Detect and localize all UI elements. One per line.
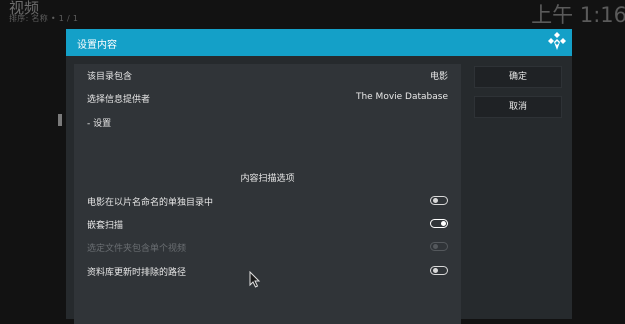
toggle-label: 选定文件夹包含单个视频 <box>87 244 187 254</box>
toggle-switch[interactable] <box>430 219 448 228</box>
ok-button[interactable]: 确定 <box>474 66 562 88</box>
toggle-label: 资料库更新时排除的路径 <box>87 268 187 278</box>
toggle-row-exclude-path[interactable]: 资料库更新时排除的路径 <box>74 260 461 283</box>
toggle-switch[interactable] <box>430 196 448 205</box>
cancel-button[interactable]: 取消 <box>474 96 562 118</box>
toggle-switch <box>430 242 448 251</box>
sort-info: 排序: 名称 • 1 / 1 <box>9 14 79 23</box>
kodi-logo-icon <box>548 32 566 50</box>
info-provider-label: 选择信息提供者 <box>87 95 151 105</box>
toggle-row-recursive-scan[interactable]: 嵌套扫描 <box>74 213 461 236</box>
settings-row[interactable]: - 设置 <box>74 111 461 134</box>
content-type-value: 电影 <box>429 72 448 82</box>
content-type-row[interactable]: 该目录包含 电影 <box>74 64 461 87</box>
scan-options-header: 内容扫描选项 <box>240 174 295 184</box>
toggle-switch[interactable] <box>430 266 448 275</box>
settings-panel: 该目录包含 电影 选择信息提供者 The Movie Database - 设置… <box>74 64 461 324</box>
settings-label: - 设置 <box>87 119 112 129</box>
toggle-label: 嵌套扫描 <box>87 221 124 231</box>
dialog-header: 设置内容 <box>66 29 572 56</box>
toggle-label: 电影在以片名命名的单独目录中 <box>87 198 214 208</box>
toggle-row-separate-folders[interactable]: 电影在以片名命名的单独目录中 <box>74 190 461 213</box>
info-provider-value: The Movie Database <box>355 92 448 102</box>
list-marker <box>58 114 62 126</box>
toggle-row-single-video: 选定文件夹包含单个视频 <box>74 236 461 259</box>
set-content-dialog: 设置内容 该目录包含 电影 选择信息提供者 The Movie Database… <box>66 29 572 324</box>
content-type-label: 该目录包含 <box>87 72 133 82</box>
clock: 上午 1:16 <box>531 3 625 27</box>
dialog-title: 设置内容 <box>77 40 117 51</box>
info-provider-row[interactable]: 选择信息提供者 The Movie Database <box>74 87 461 110</box>
mouse-pointer-icon <box>249 271 261 288</box>
